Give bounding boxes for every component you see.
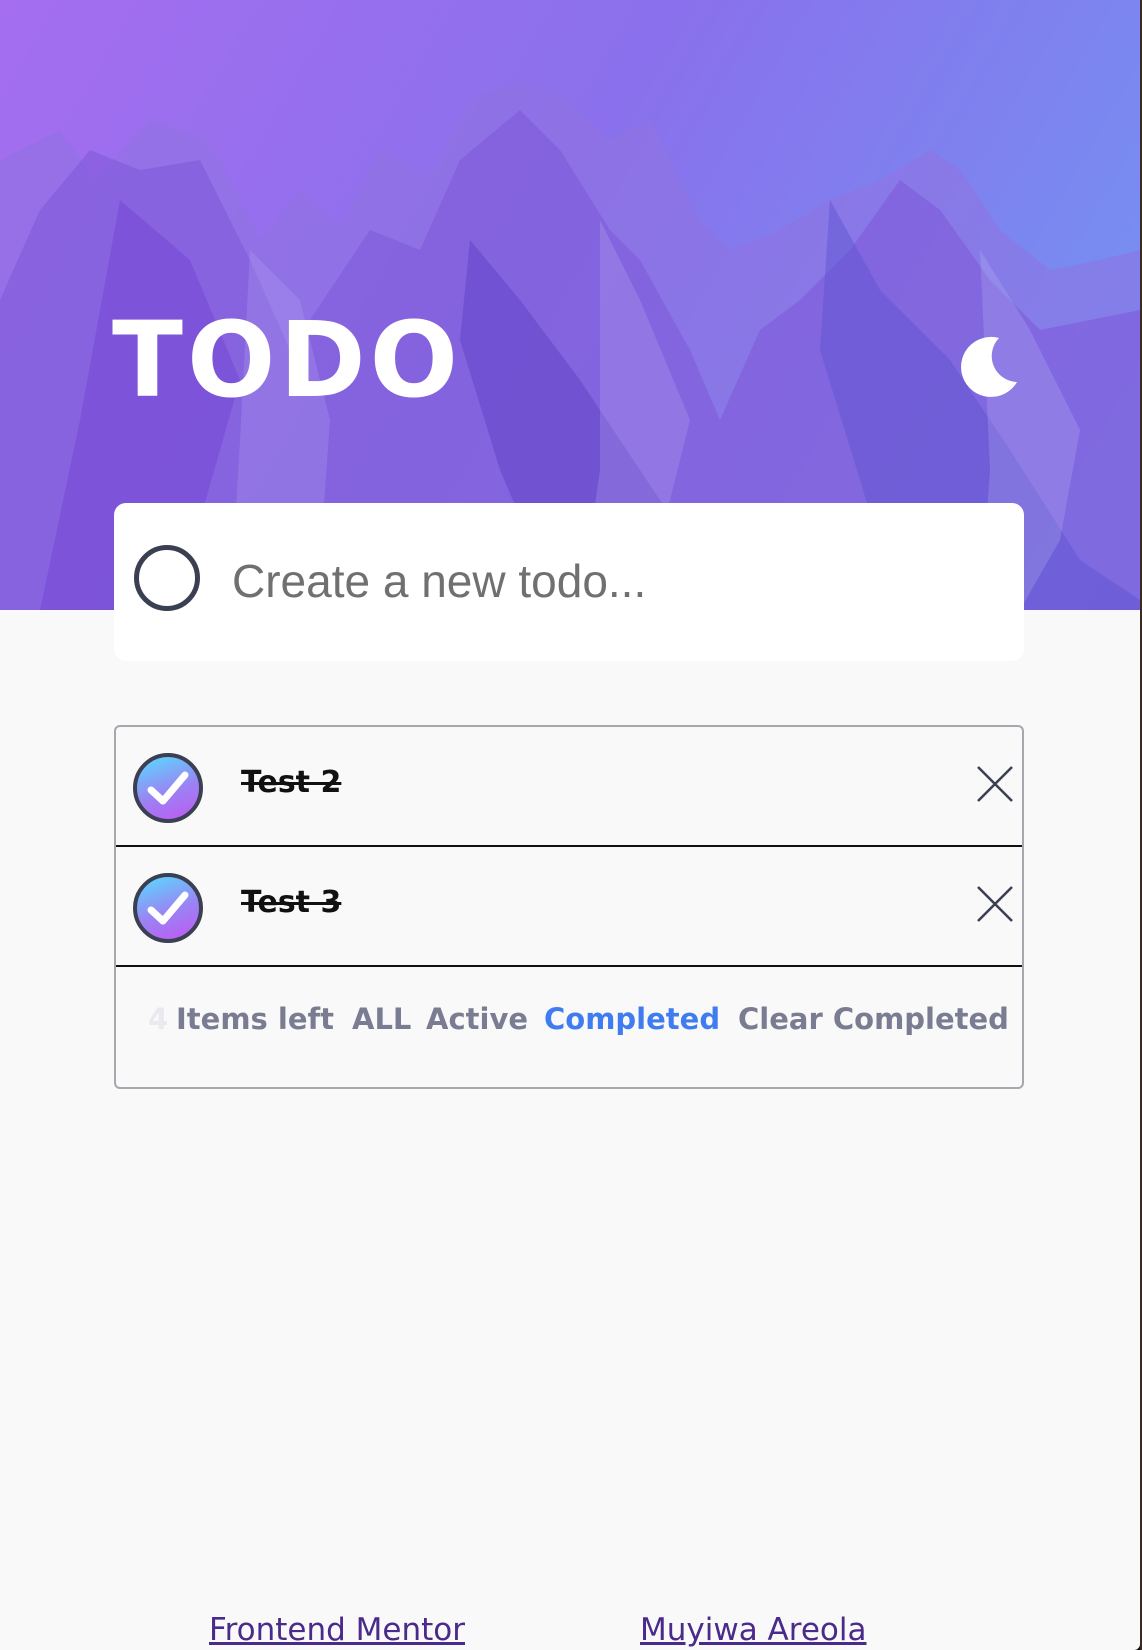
author-link[interactable]: Muyiwa Areola xyxy=(640,1612,866,1648)
todo-list: Test 2 Test 3 4 Items left ALL Active Co… xyxy=(114,725,1024,1089)
todo-item-label: Test 2 xyxy=(241,765,342,800)
filter-completed-button[interactable]: Completed xyxy=(544,1002,720,1036)
todo-item-label: Test 3 xyxy=(241,885,342,920)
filter-all-button[interactable]: ALL xyxy=(352,1002,411,1036)
theme-toggle-button[interactable] xyxy=(955,332,1023,400)
close-icon xyxy=(977,886,1013,922)
close-icon xyxy=(977,766,1013,802)
todo-footer-bar: 4 Items left ALL Active Completed Clear … xyxy=(116,968,1022,1086)
new-todo-circle-icon[interactable] xyxy=(134,545,200,611)
completed-check-icon[interactable] xyxy=(133,753,203,823)
app-title: TODO xyxy=(112,299,463,421)
delete-todo-button[interactable] xyxy=(974,763,1016,805)
todo-item[interactable]: Test 3 xyxy=(116,847,1022,967)
new-todo-input[interactable] xyxy=(232,543,992,619)
filter-active-button[interactable]: Active xyxy=(426,1002,528,1036)
items-left-label: Items left xyxy=(176,1002,334,1036)
moon-icon xyxy=(961,336,1017,397)
delete-todo-button[interactable] xyxy=(974,883,1016,925)
todo-item[interactable]: Test 2 xyxy=(116,727,1022,847)
new-todo-card xyxy=(114,503,1024,661)
clear-completed-button[interactable]: Clear Completed xyxy=(738,1002,1009,1036)
items-left-count: 4 xyxy=(148,1002,169,1036)
completed-check-icon[interactable] xyxy=(133,873,203,943)
frontend-mentor-link[interactable]: Frontend Mentor xyxy=(209,1612,465,1648)
app-window: TODO Test 2 xyxy=(0,0,1140,1650)
